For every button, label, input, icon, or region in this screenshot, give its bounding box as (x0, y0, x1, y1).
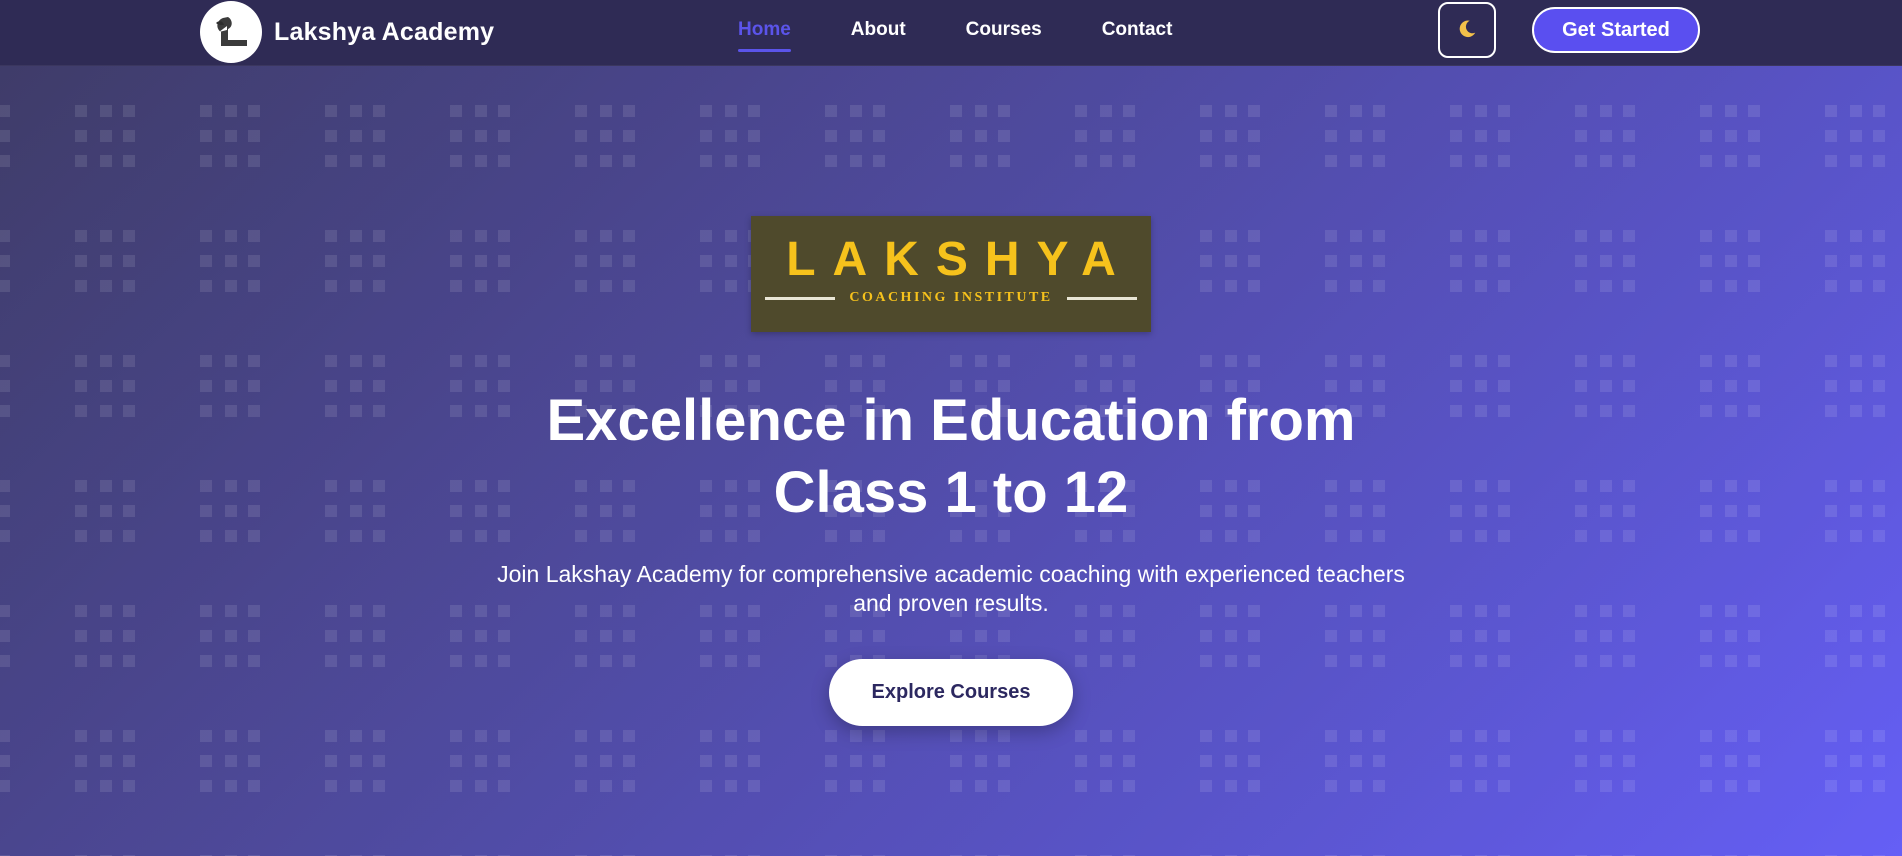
nav-link-courses[interactable]: Courses (966, 19, 1042, 43)
hero-title-line2: Class 1 to 12 (773, 460, 1129, 525)
brand-link[interactable]: Lakshya Academy (200, 1, 494, 63)
nav-links: Home About Courses Contact (738, 0, 1232, 62)
moon-icon (1456, 18, 1478, 43)
page: Lakshya Academy Home About Courses Conta… (0, 0, 1902, 856)
hero-title: Excellence in Education from Class 1 to … (351, 385, 1551, 529)
nav-link-home[interactable]: Home (738, 19, 791, 52)
hero-title-line1: Excellence in Education from (546, 388, 1356, 453)
hero-subtitle-line1: Join Lakshay Academy for comprehensive a… (497, 561, 1405, 587)
get-started-button[interactable]: Get Started (1532, 7, 1700, 53)
navbar: Lakshya Academy Home About Courses Conta… (0, 0, 1902, 66)
hero-logo-word: LAKSHYA (786, 233, 1133, 286)
theme-toggle-button[interactable] (1438, 2, 1496, 58)
nav-link-contact[interactable]: Contact (1102, 19, 1173, 43)
brand-name: Lakshya Academy (274, 17, 495, 46)
nav-link-about[interactable]: About (851, 19, 906, 43)
brand-logo-icon (200, 1, 262, 63)
hero-logo-image: LAKSHYA COACHING INSTITUTE (751, 216, 1151, 332)
explore-courses-button[interactable]: Explore Courses (829, 659, 1073, 726)
hero-subtitle: Join Lakshay Academy for comprehensive a… (351, 560, 1551, 618)
hero-logo-subtitle: COACHING INSTITUTE (849, 290, 1053, 305)
hero-subtitle-line2: and proven results. (853, 590, 1049, 616)
